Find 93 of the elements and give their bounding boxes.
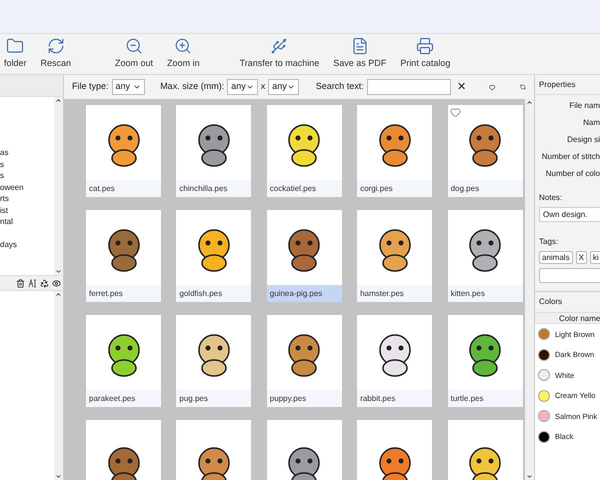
design-card[interactable]: dog.pes	[448, 105, 523, 197]
property-label: Nam	[583, 117, 600, 129]
toolbar-button[interactable]: Print catalog	[396, 37, 454, 71]
scroll-down-icon[interactable]	[55, 473, 62, 480]
property-label: File nam	[569, 100, 600, 112]
design-card[interactable]: corgi.pes	[357, 105, 432, 197]
scroll-down-icon[interactable]	[526, 473, 533, 480]
property-label: Number of stitch	[542, 151, 600, 163]
folder-item[interactable]: s	[0, 158, 54, 170]
caret-icon	[246, 83, 254, 91]
notes-label: Notes:	[538, 192, 564, 204]
design-file-name: kitten.pes	[448, 285, 523, 302]
clear-search-button[interactable]: ✕	[456, 78, 466, 96]
dropdown[interactable]: any	[112, 79, 146, 95]
remove-tag-button[interactable]: X	[576, 251, 587, 264]
tag[interactable]: animals	[539, 251, 573, 264]
search-field[interactable]	[366, 79, 451, 95]
zoom-in-icon	[174, 37, 192, 56]
design-card[interactable]: hamster.pes	[357, 210, 432, 302]
times-sign: x	[260, 80, 266, 94]
toolbar-button[interactable]: Zoom in	[163, 37, 204, 71]
design-file-name: cat.pes	[86, 180, 161, 197]
design-card[interactable]: cockatiel.pes	[266, 105, 342, 197]
caret-icon	[133, 83, 142, 91]
tag-input-field[interactable]	[539, 268, 600, 283]
toolbar-button[interactable]: Transfer to machine	[236, 37, 324, 71]
refresh-icon	[46, 37, 65, 56]
file-type-label: File type:	[72, 80, 109, 94]
panel-title: Colors	[535, 292, 600, 312]
design-card[interactable]: ferret.pes	[86, 210, 161, 302]
toolbar-button[interactable]: folder	[0, 37, 31, 71]
design-card[interactable]: guinea-pig.pes	[266, 210, 342, 302]
zoom-out-icon	[125, 37, 144, 56]
toolbar-button[interactable]: Zoom out	[111, 37, 158, 71]
panel-title: Properties	[535, 75, 600, 95]
design-card[interactable]: parakeet.pes	[86, 315, 161, 407]
design-file-name: goldfish.pes	[176, 285, 252, 302]
folder-item[interactable]: as	[0, 147, 54, 158]
trash-icon[interactable]	[16, 278, 25, 288]
design-card[interactable]: chinchilla.pes	[176, 105, 252, 197]
printer-icon	[416, 37, 434, 56]
search-label: Search text:	[316, 80, 364, 94]
scroll-up-icon[interactable]	[55, 97, 62, 104]
tag[interactable]: ki	[590, 251, 600, 264]
design-card[interactable]: puppy.pes	[266, 315, 342, 407]
folder-item[interactable]: s	[0, 170, 54, 182]
design-card[interactable]: kitten.pes	[448, 210, 523, 302]
design-file-name: ferret.pes	[86, 285, 161, 302]
toolbar-button[interactable]: Save as PDF	[329, 37, 390, 71]
dropdown[interactable]: any	[268, 79, 299, 95]
column-header: Color name	[535, 312, 600, 324]
refresh-icon[interactable]	[520, 82, 526, 92]
design-file-name: rabbit.pes	[357, 390, 432, 407]
design-card[interactable]: goldfish.pes	[176, 210, 252, 302]
design-file-name: parakeet.pes	[86, 390, 161, 407]
scroll-up-icon[interactable]	[55, 291, 62, 298]
property-label: Design si	[567, 134, 600, 146]
design-file-name: guinea-pig.pes	[266, 285, 342, 302]
design-card[interactable]: rabbit.pes	[357, 315, 432, 407]
scrollbar[interactable]	[54, 97, 63, 275]
folder-icon	[6, 37, 24, 56]
property-label: Number of colo	[546, 168, 600, 180]
dropdown[interactable]: any	[227, 79, 258, 95]
design-file-name: puppy.pes	[266, 390, 342, 407]
folder-item[interactable]: rts	[0, 193, 54, 204]
toolbar-button[interactable]: Rescan	[36, 37, 76, 71]
max-size-label: Max. size (mm):	[160, 80, 224, 94]
design-card[interactable]: cat.pes	[86, 105, 161, 197]
eye-icon[interactable]	[52, 278, 61, 288]
heart-icon[interactable]	[450, 107, 461, 118]
scroll-up-icon[interactable]	[526, 99, 533, 106]
scrollbar[interactable]	[54, 291, 63, 480]
design-card[interactable]: turtle.pes	[448, 315, 523, 407]
design-file-name: turtle.pes	[448, 390, 523, 407]
document-icon	[350, 37, 369, 56]
design-card[interactable]: pug.pes	[176, 315, 252, 407]
design-file-name: corgi.pes	[357, 180, 432, 197]
notes-field[interactable]: Own design.	[539, 207, 600, 222]
folder-item[interactable]: ntal	[0, 216, 54, 228]
scroll-down-icon[interactable]	[55, 268, 62, 275]
folder-item[interactable]: days	[0, 239, 54, 250]
design-file-name: cockatiel.pes	[266, 180, 342, 197]
design-file-name: chinchilla.pes	[176, 180, 252, 197]
scrollbar[interactable]	[525, 99, 534, 480]
design-file-name: pug.pes	[176, 390, 252, 407]
caret-icon	[286, 83, 295, 91]
recycle-icon[interactable]	[40, 278, 49, 288]
design-file-name: dog.pes	[448, 180, 523, 197]
text-cursor-icon[interactable]	[28, 278, 37, 288]
folder-item[interactable]: oween	[0, 182, 54, 193]
folder-item[interactable]: ist	[0, 204, 54, 216]
design-file-name: hamster.pes	[357, 285, 432, 302]
tags-label: Tags:	[538, 236, 560, 248]
